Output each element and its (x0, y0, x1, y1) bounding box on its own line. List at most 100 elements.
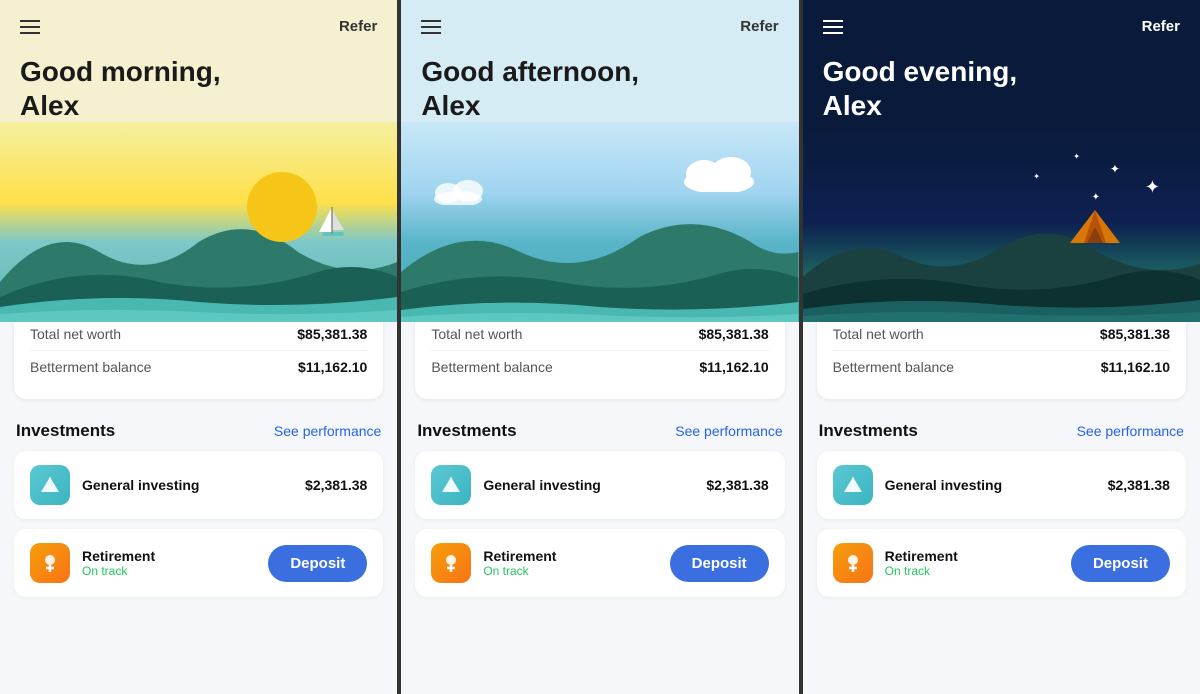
investment-info: Retirement On track (82, 548, 155, 578)
illustration-area: ✦ ✦ ✦ ✦ ✦ (803, 122, 1200, 322)
header: Refer (401, 0, 798, 45)
menu-button[interactable] (421, 20, 441, 34)
investments-header: Investments See performance (14, 421, 383, 441)
investments-section: Investments See performance General inve… (817, 421, 1186, 597)
see-performance-link[interactable]: See performance (274, 423, 381, 439)
balance-card: Total net worth $85,381.38 Betterment ba… (14, 322, 383, 399)
refer-button[interactable]: Refer (1142, 18, 1180, 35)
balance-row: Betterment balance $11,162.10 (833, 351, 1170, 383)
investment-name: General investing (82, 477, 199, 493)
investment-item-general: General investing $2,381.38 (14, 451, 383, 519)
menu-line-2 (20, 26, 40, 28)
greeting-text: Good morning,Alex (0, 45, 397, 122)
investment-left: Retirement On track (431, 543, 556, 583)
menu-line-1 (421, 20, 441, 22)
investment-item-retirement: Retirement On track Deposit (415, 529, 784, 597)
balance-label: Betterment balance (30, 359, 151, 375)
stars-illustration: ✦ (1145, 177, 1160, 198)
balance-row: Betterment balance $11,162.10 (30, 351, 367, 383)
refer-button[interactable]: Refer (740, 18, 778, 35)
investment-info: Retirement On track (483, 548, 556, 578)
panel-afternoon: Refer Good afternoon,Alex (401, 0, 802, 694)
investment-sub: On track (483, 564, 556, 578)
hills-area (401, 202, 798, 322)
investment-left: Retirement On track (833, 543, 958, 583)
investment-name: Retirement (885, 548, 958, 564)
cloud-illustration (679, 152, 759, 197)
balance-label: Betterment balance (431, 359, 552, 375)
investment-icon (30, 543, 70, 583)
header: Refer (0, 0, 397, 45)
investment-sub: On track (82, 564, 155, 578)
investment-info: Retirement On track (885, 548, 958, 578)
investments-header: Investments See performance (415, 421, 784, 441)
star4-illustration: ✦ (1073, 152, 1080, 161)
illustration-area (0, 122, 397, 322)
menu-line-2 (421, 26, 441, 28)
investment-name: General investing (483, 477, 600, 493)
star5-illustration: ✦ (1033, 172, 1040, 181)
balance-label: Betterment balance (833, 359, 954, 375)
menu-line-1 (20, 20, 40, 22)
tent-illustration (1070, 205, 1120, 250)
deposit-button[interactable]: Deposit (670, 545, 769, 582)
see-performance-link[interactable]: See performance (1077, 423, 1184, 439)
header: Refer (803, 0, 1200, 45)
investment-name: Retirement (483, 548, 556, 564)
balance-row: Total net worth $85,381.38 (30, 322, 367, 351)
deposit-button[interactable]: Deposit (1071, 545, 1170, 582)
balance-value: $11,162.10 (699, 359, 768, 375)
investment-amount: $2,381.38 (706, 477, 768, 493)
investment-item-retirement: Retirement On track Deposit (14, 529, 383, 597)
balance-value: $11,162.10 (1101, 359, 1170, 375)
investment-name: General investing (885, 477, 1002, 493)
content-area: Total net worth $85,381.38 Betterment ba… (803, 322, 1200, 694)
sailboat-illustration (317, 202, 347, 247)
investment-left: General investing (833, 465, 1002, 505)
investment-icon (431, 465, 471, 505)
investment-amount: $2,381.38 (305, 477, 367, 493)
content-area: Total net worth $85,381.38 Betterment ba… (0, 322, 397, 694)
menu-line-3 (823, 32, 843, 34)
balance-row: Betterment balance $11,162.10 (431, 351, 768, 383)
menu-button[interactable] (20, 20, 40, 34)
see-performance-link[interactable]: See performance (675, 423, 782, 439)
investment-item-retirement: Retirement On track Deposit (817, 529, 1186, 597)
menu-button[interactable] (823, 20, 843, 34)
investment-item-general: General investing $2,381.38 (415, 451, 784, 519)
balance-value: $85,381.38 (699, 326, 769, 342)
deposit-button[interactable]: Deposit (268, 545, 367, 582)
panel-morning: Refer Good morning,Alex (0, 0, 401, 694)
investments-header: Investments See performance (817, 421, 1186, 441)
menu-line-1 (823, 20, 843, 22)
panel-evening: Refer Good evening,Alex ✦ ✦ ✦ ✦ ✦ (803, 0, 1200, 694)
investment-name: Retirement (82, 548, 155, 564)
menu-line-3 (20, 32, 40, 34)
content-area: Total net worth $85,381.38 Betterment ba… (401, 322, 798, 694)
balance-card: Total net worth $85,381.38 Betterment ba… (415, 322, 784, 399)
balance-row: Total net worth $85,381.38 (833, 322, 1170, 351)
investment-left: General investing (431, 465, 600, 505)
hills-area (803, 202, 1200, 322)
investment-icon (833, 543, 873, 583)
investment-icon (833, 465, 873, 505)
star2-illustration: ✦ (1110, 162, 1120, 176)
refer-button[interactable]: Refer (339, 18, 377, 35)
investments-title: Investments (819, 421, 918, 441)
investments-section: Investments See performance General inve… (14, 421, 383, 597)
greeting-text: Good afternoon,Alex (401, 45, 798, 122)
investment-icon (30, 465, 70, 505)
investment-left: Retirement On track (30, 543, 155, 583)
menu-line-3 (421, 32, 441, 34)
star3-illustration: ✦ (1092, 192, 1100, 203)
investment-amount: $2,381.38 (1108, 477, 1170, 493)
greeting-text: Good evening,Alex (803, 45, 1200, 122)
investment-icon (431, 543, 471, 583)
balance-label: Total net worth (30, 326, 121, 342)
balance-card: Total net worth $85,381.38 Betterment ba… (817, 322, 1186, 399)
investment-sub: On track (885, 564, 958, 578)
investment-left: General investing (30, 465, 199, 505)
illustration-area (401, 122, 798, 322)
balance-value: $85,381.38 (297, 326, 367, 342)
investments-title: Investments (417, 421, 516, 441)
